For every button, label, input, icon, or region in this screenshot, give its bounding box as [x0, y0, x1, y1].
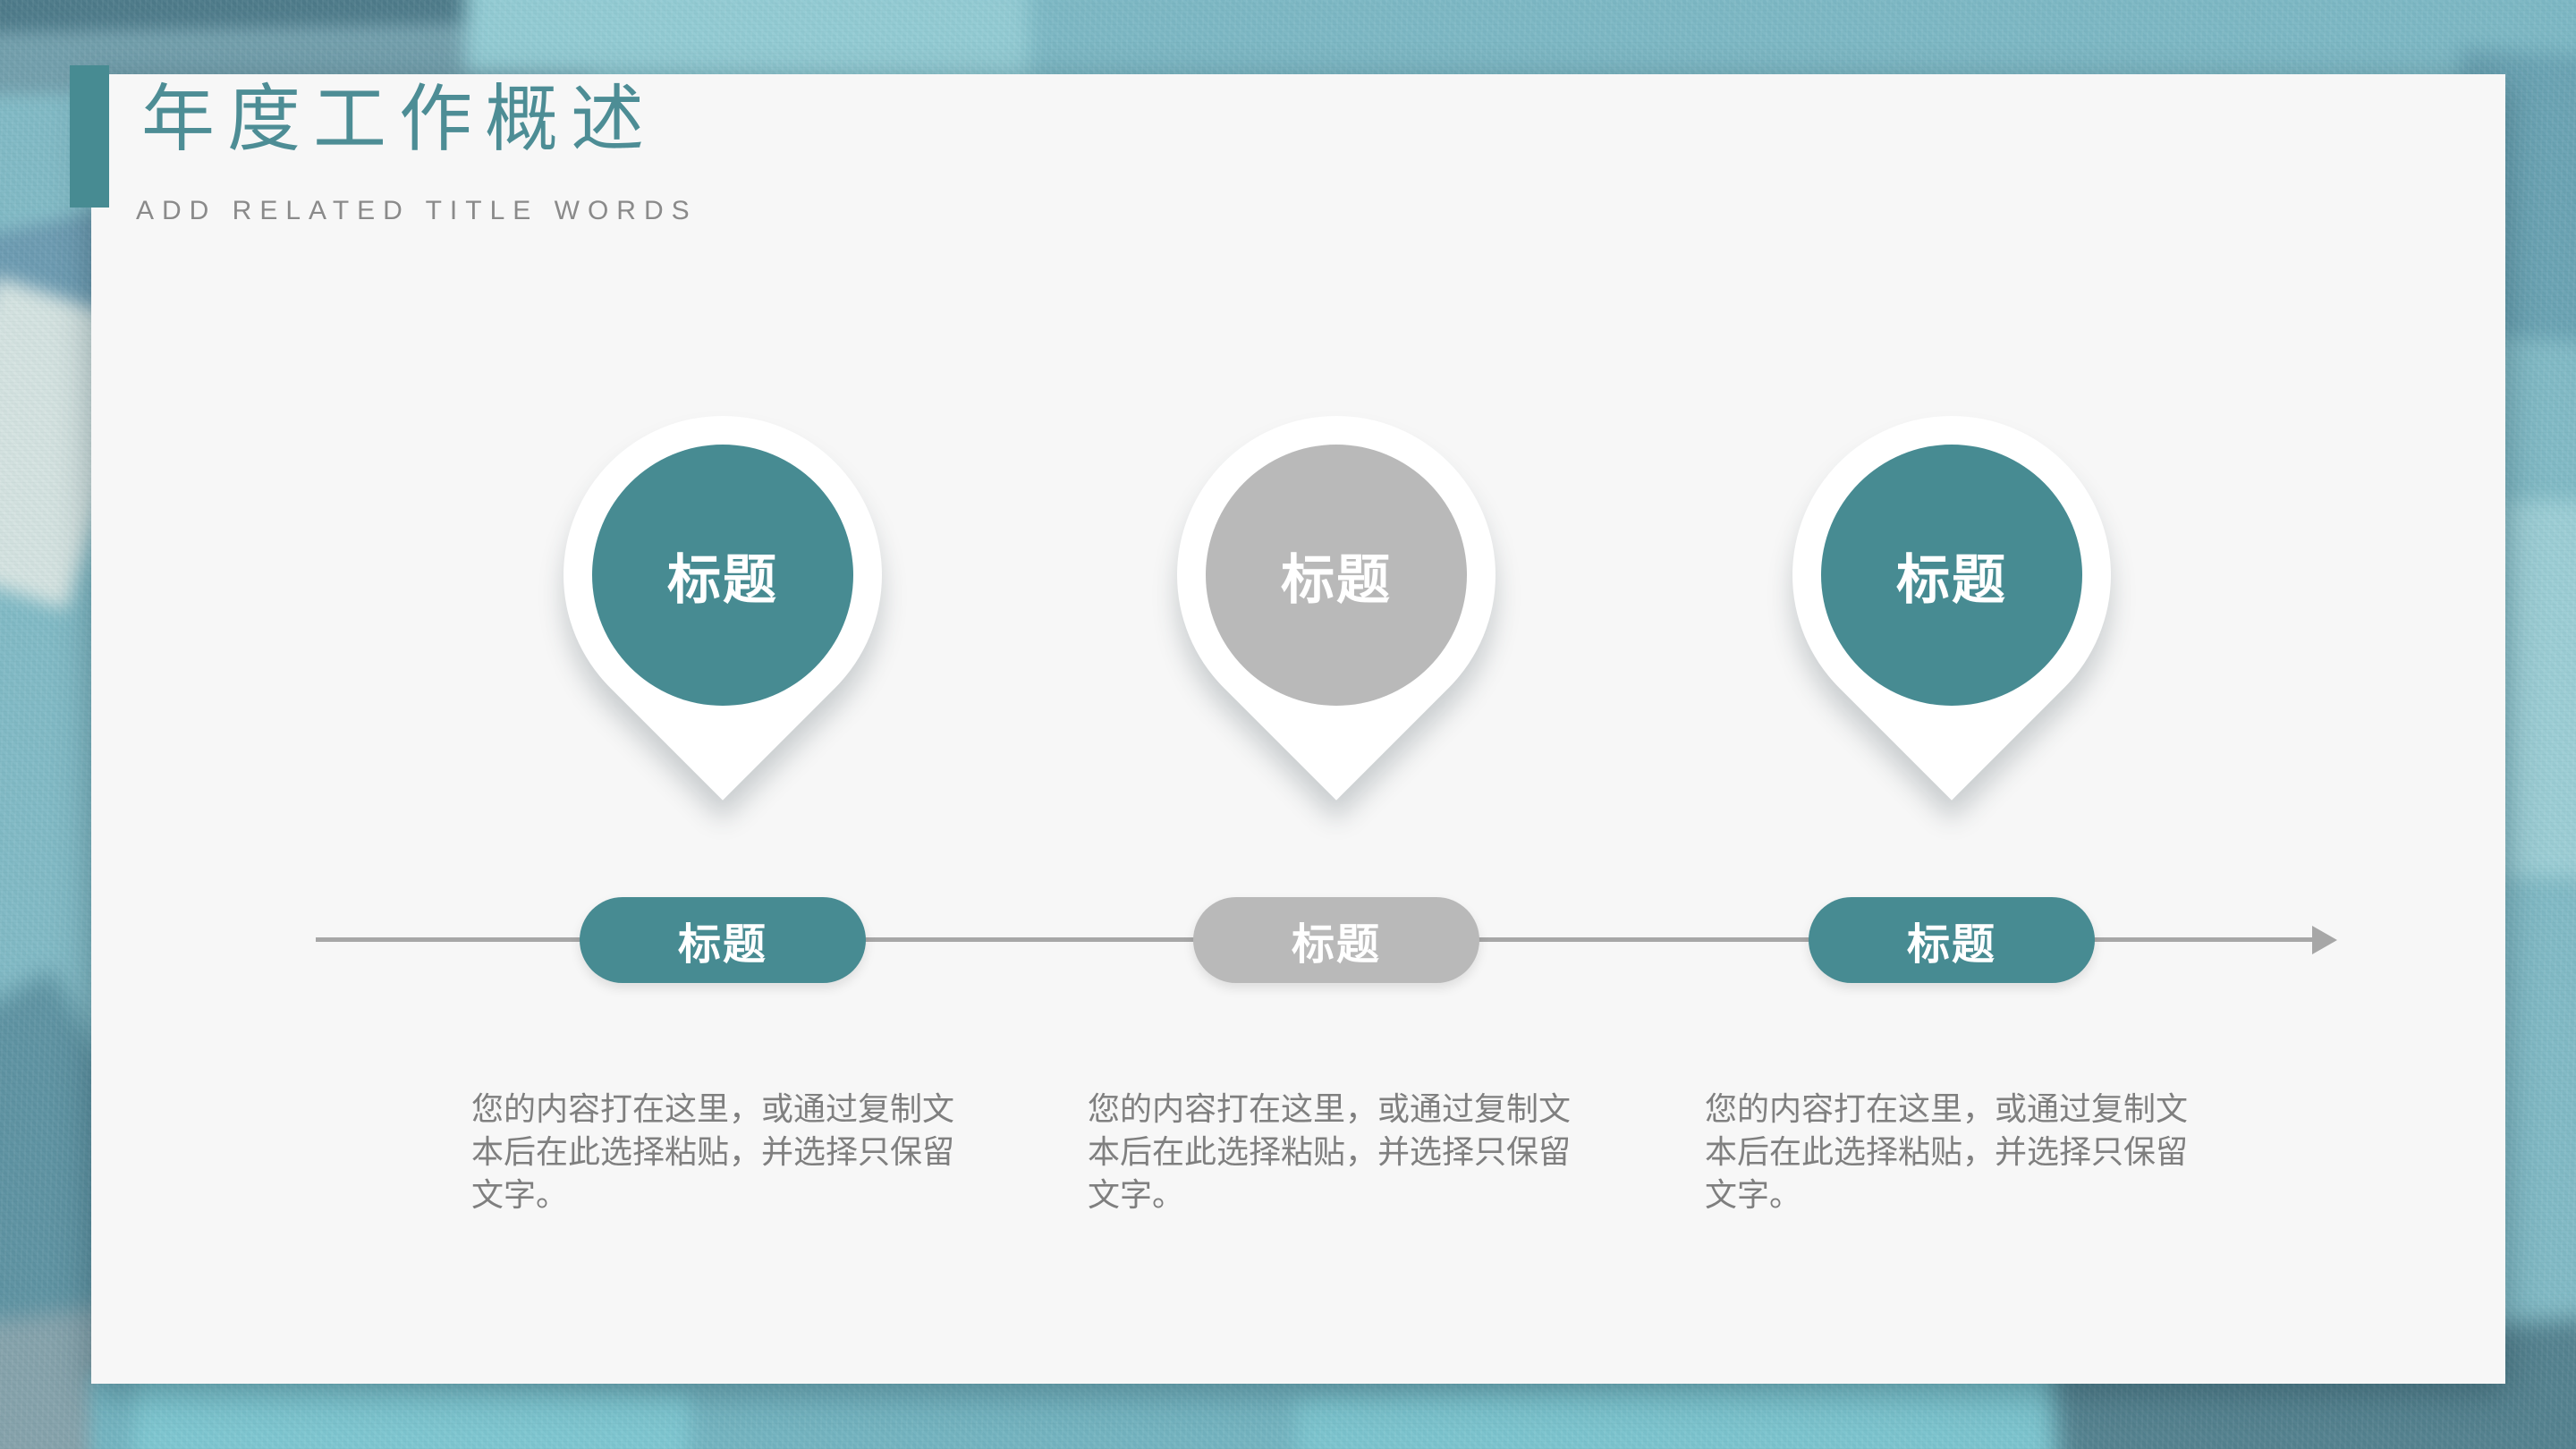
pin-circle: 标题	[1206, 445, 1467, 706]
step-description-2[interactable]: 您的内容打在这里，或通过复制文本后在此选择粘贴，并选择只保留文字。	[1088, 1088, 1589, 1216]
pill-label: 标题	[1907, 909, 1996, 971]
map-pin-step-3[interactable]: 标题	[1792, 416, 2111, 734]
arrow-right-icon	[2312, 926, 2337, 954]
presentation-slide-canvas: 年度工作概述 ADD RELATED TITLE WORDS 标题 标题 您的内…	[0, 0, 2576, 1449]
slide-subtitle[interactable]: ADD RELATED TITLE WORDS	[136, 197, 698, 225]
background-band	[464, 0, 1092, 86]
pill-label: 标题	[1292, 909, 1381, 971]
pin-circle: 标题	[592, 445, 853, 706]
pin-label: 标题	[1281, 537, 1392, 614]
step-pill-3[interactable]: 标题	[1809, 897, 2095, 983]
pin-label: 标题	[1896, 537, 2007, 614]
step-description-3[interactable]: 您的内容打在这里，或通过复制文本后在此选择粘贴，并选择只保留文字。	[1705, 1088, 2206, 1216]
pill-label: 标题	[678, 909, 767, 971]
background-band	[2504, 501, 2576, 877]
map-pin-step-2[interactable]: 标题	[1177, 416, 1496, 734]
slide-title[interactable]: 年度工作概述	[141, 82, 657, 157]
pin-label: 标题	[667, 537, 778, 614]
pin-circle: 标题	[1821, 445, 2082, 706]
step-description-1[interactable]: 您的内容打在这里，或通过复制文本后在此选择粘贴，并选择只保留文字。	[471, 1088, 972, 1216]
map-pin-step-1[interactable]: 标题	[564, 416, 882, 734]
step-pill-2[interactable]: 标题	[1193, 897, 1479, 983]
step-pill-1[interactable]: 标题	[580, 897, 866, 983]
title-accent-bar	[70, 65, 109, 208]
